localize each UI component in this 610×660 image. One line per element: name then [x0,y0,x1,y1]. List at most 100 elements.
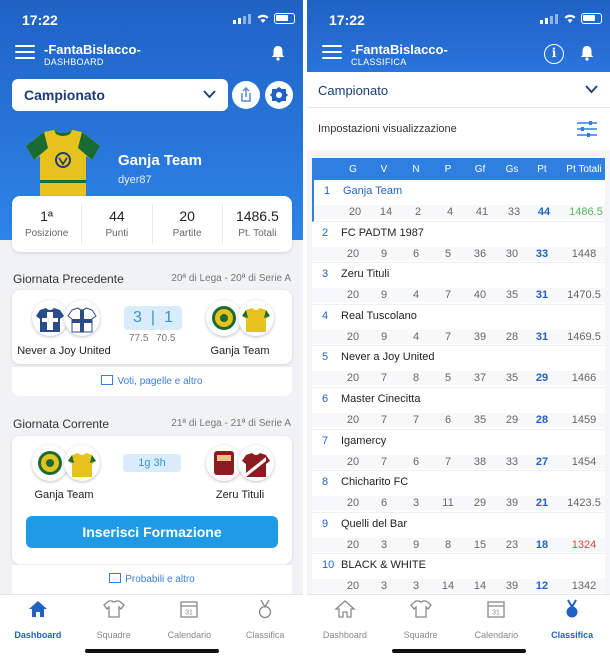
cell-g: 20 [348,206,362,218]
cell-n: 7 [412,413,420,426]
table-row[interactable]: 5 Never a Joy United 20 7 8 5 37 35 29 1466 [312,346,605,388]
cell-pt: 18 [535,538,549,551]
grades-link[interactable]: Voti, pagelle e altro [12,366,292,396]
row-values: 20 9 4 7 40 35 31 1470.5 [312,288,605,303]
row-rank: 6 [322,392,329,405]
cell-g: 20 [346,538,360,551]
cell-n: 4 [412,289,420,302]
column-header[interactable]: Pt [530,164,554,175]
column-header[interactable]: V [370,164,398,175]
menu-icon[interactable] [15,45,35,60]
current-home-team: Ganja Team [34,489,94,501]
battery-icon [274,13,295,24]
sliders-icon [577,121,597,137]
cell-gs: 28 [505,330,519,343]
league-select[interactable]: Campionato [12,79,228,111]
table-row[interactable]: 6 Master Cinecitta 20 7 7 6 35 29 28 1459 [312,387,605,430]
tab-dashboard[interactable]: Dashboard [0,595,76,660]
current-round-title: Giornata Corrente [13,417,110,431]
table-row[interactable]: 7 Igamercy 20 7 6 7 38 33 27 1454 [312,429,605,472]
tab-classifica[interactable]: Classifica [534,595,610,660]
column-header[interactable]: Pt Totali [562,164,606,175]
cell-pt: 21 [535,497,549,510]
standings-header: G V N P Gf Gs Pt Pt Totali [312,158,605,180]
app-bar: -FantaBislacco- DASHBOARD [0,36,303,72]
menu-icon[interactable] [322,45,342,60]
table-row[interactable]: 4 Real Tuscolano 20 9 4 7 39 28 31 1469.5 [312,304,605,347]
cell-n: 9 [412,538,420,551]
never-a-joy-jersey-icon [32,300,68,336]
home-icon [28,601,47,617]
table-row[interactable]: 8 Chicharito FC 20 6 3 11 29 39 21 1423.5 [312,471,605,513]
share-icon [241,86,251,102]
wifi-icon [257,14,269,23]
cell-p: 8 [444,538,452,551]
away-goals: 1 [164,309,173,326]
settings-button[interactable] [265,81,293,109]
medal-icon [566,599,578,618]
previous-away-team: Ganja Team [210,345,270,357]
calendar-icon: 31 [180,601,199,618]
column-header[interactable]: Gf [466,164,494,175]
status-time: 17:22 [329,12,365,28]
gear-icon [270,87,288,103]
cell-pt: 12 [535,580,549,593]
cell-pt-totali: 1448 [571,247,597,260]
chevron-down-icon [585,85,598,94]
row-rank: 8 [322,476,329,489]
tab-classifica[interactable]: Classifica [227,595,303,660]
cell-gf: 38 [473,455,487,468]
status-time: 17:22 [22,12,58,28]
cell-gf: 15 [473,538,487,551]
tab-label: Calendario [474,630,519,640]
cell-p: 5 [444,372,452,385]
insert-lineup-button[interactable]: Inserisci Formazione [26,516,278,548]
column-header[interactable]: P [434,164,462,175]
cell-gs: 39 [505,580,519,593]
cell-p: 11 [442,497,454,510]
zeru-crest-icon [206,445,242,481]
cell-p: 4 [446,206,454,218]
cell-gs: 29 [505,413,519,426]
league-select[interactable]: Campionato [307,72,610,108]
cell-p: 7 [444,330,452,343]
cell-pt-totali: 1342 [571,580,597,593]
tab-label: Classifica [245,630,285,640]
column-header[interactable]: G [339,164,367,175]
row-rank: 1 [324,185,331,197]
table-row[interactable]: 2 FC PADTM 1987 20 9 6 5 36 30 33 1448 [312,221,605,264]
table-row[interactable]: 1 Ganja Team 20 14 2 4 41 33 44 1486.5 [312,180,605,222]
cell-gs: 33 [507,206,521,218]
calendar-icon: 31 [487,601,506,618]
home-indicator[interactable] [84,649,219,653]
probable-link[interactable]: Probabili e altro [12,564,292,594]
row-rank: 10 [322,559,335,572]
display-settings-row[interactable]: Impostazioni visualizzazione [307,108,610,150]
row-values: 20 3 3 14 14 39 12 1342 [312,579,605,594]
wifi-icon [564,14,576,23]
cell-gf: 35 [473,413,487,426]
never-a-joy-away-jersey-icon [64,300,100,336]
table-row[interactable]: 10 BLACK & WHITE 20 3 3 14 14 39 12 1342 [312,554,605,596]
row-team-name: Quelli del Bar [341,517,408,530]
bell-icon[interactable] [578,44,596,62]
tab-label: Dashboard [14,630,62,640]
column-header[interactable]: N [402,164,430,175]
standings-screen: 17:22 -FantaBislacco- CLASSIFICA i Campi… [307,0,610,660]
cell-p: 5 [444,247,452,260]
cell-pt-totali: 1459 [571,413,597,426]
home-indicator[interactable] [391,649,526,653]
info-icon[interactable]: i [544,44,564,64]
cell-v: 3 [380,580,388,593]
row-team-name: BLACK & WHITE [341,559,426,572]
bell-icon[interactable] [269,44,287,62]
cell-p: 7 [444,455,452,468]
column-header[interactable]: Gs [498,164,526,175]
table-row[interactable]: 9 Quelli del Bar 20 3 9 8 15 23 18 1324 [312,512,605,555]
row-rank: 5 [322,351,329,364]
tab-dashboard[interactable]: Dashboard [307,595,383,660]
share-button[interactable] [232,81,260,109]
grades-link-label: Voti, pagelle e altro [117,376,203,387]
ganja-jersey-icon [64,445,100,481]
table-row[interactable]: 3 Zeru Tituli 20 9 4 7 40 35 31 1470.5 [312,263,605,305]
